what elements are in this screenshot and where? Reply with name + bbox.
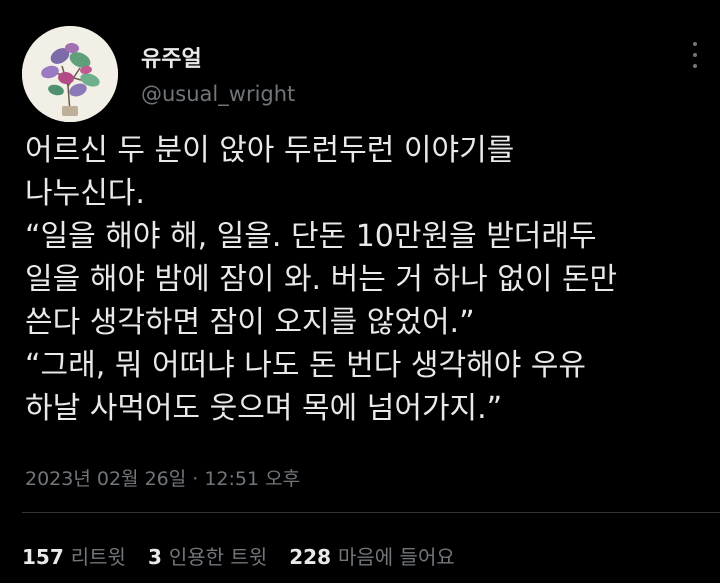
divider	[22, 512, 720, 513]
more-options-icon[interactable]	[688, 42, 702, 68]
user-handle[interactable]: @usual_wright	[141, 82, 295, 106]
more-dot	[693, 64, 697, 68]
tweet-line: “그래, 뭐 어떠냐 나도 돈 번다 생각해야 우유	[25, 348, 587, 383]
quote-count[interactable]: 3 인용한 트윗	[148, 541, 267, 570]
tweet-line: 나누신다.	[25, 176, 145, 211]
more-dot	[693, 42, 697, 46]
like-count-number: 228	[289, 545, 331, 569]
avatar[interactable]	[22, 26, 118, 122]
tweet-card: 유주얼 @usual_wright 어르신 두 분이 앉아 두런두런 이야기를 …	[0, 0, 720, 583]
retweet-count-number: 157	[22, 545, 64, 569]
tweet-line: 하날 사먹어도 웃으며 목에 넘어가지.”	[25, 391, 503, 426]
tweet-line: 일을 해야 밤에 잠이 와. 버는 거 하나 없이 돈만	[25, 262, 618, 297]
tweet-text: 어르신 두 분이 앉아 두런두런 이야기를 나누신다. “일을 해야 해, 일을…	[25, 129, 705, 430]
like-count[interactable]: 228 마음에 들어요	[289, 541, 455, 570]
tweet-stats: 157 리트윗 3 인용한 트윗 228 마음에 들어요	[22, 541, 477, 570]
like-count-label: 마음에 들어요	[337, 545, 455, 569]
plant-leaves-avatar-icon	[22, 26, 118, 122]
tweet-line: 어르신 두 분이 앉아 두런두런 이야기를	[25, 133, 515, 168]
quote-count-label: 인용한 트윗	[168, 545, 268, 569]
tweet-line: 쓴다 생각하면 잠이 오지를 않었어.”	[25, 305, 475, 340]
quote-count-number: 3	[147, 545, 162, 569]
tweet-line: “일을 해야 해, 일을. 단돈 10만원을 받더래두	[25, 219, 597, 254]
tweet-timestamp[interactable]: 2023년 02월 26일 · 12:51 오후	[25, 464, 300, 491]
display-name[interactable]: 유주얼	[141, 41, 202, 73]
more-dot	[693, 53, 697, 57]
retweet-count-label: 리트윗	[70, 545, 126, 569]
retweet-count[interactable]: 157 리트윗	[22, 541, 126, 570]
